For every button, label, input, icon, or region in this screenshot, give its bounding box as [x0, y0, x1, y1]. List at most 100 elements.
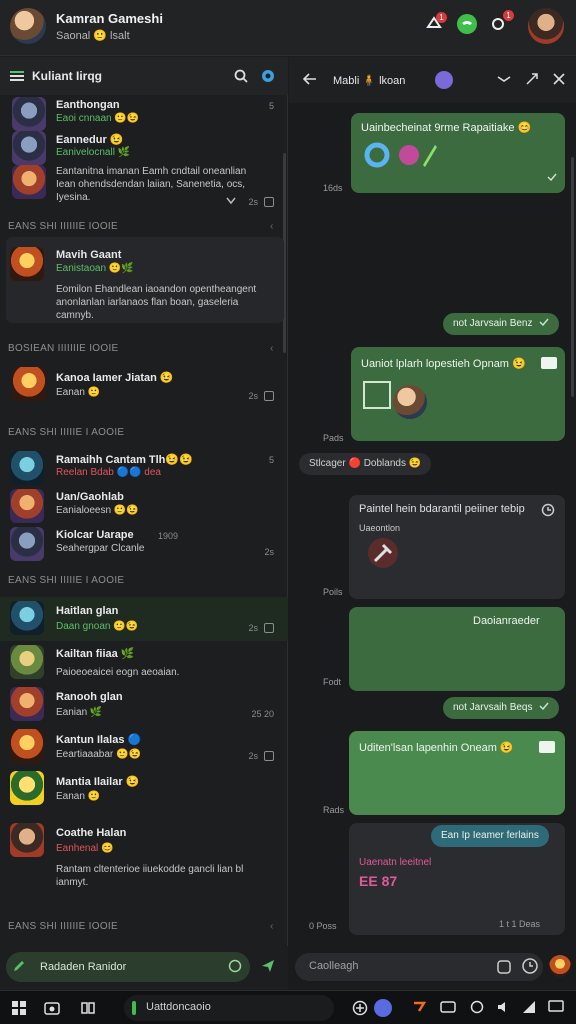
chevron-left-icon[interactable]: ‹ [270, 343, 274, 354]
chat-item[interactable]: Kailtan fiiaa 🌿 Paioeoeaicei eogn aeoaia… [0, 645, 288, 683]
avatar [10, 601, 44, 635]
section-header[interactable]: EANS SHI IIIIIE I AOOIE [8, 575, 280, 586]
chat-icon[interactable] [541, 357, 557, 369]
section-header[interactable]: EANS SHI IIIIIIE IOOIE ‹ [8, 221, 280, 232]
taskbar-search[interactable]: Uattdoncaoio [124, 995, 334, 1021]
avatar [12, 97, 46, 131]
chat-item[interactable]: Kiolcar Uarape Seahergpar Clcanle 1909 2… [0, 527, 288, 561]
select-checkbox[interactable] [264, 623, 274, 633]
chat-item[interactable]: Eantanitna imanan Eamh cndtail oneanlian… [0, 165, 288, 207]
chat-message: Eomilon Ehandlean iaoandon opentheangent… [56, 284, 257, 321]
attach-icon[interactable] [497, 960, 511, 974]
chat-time: 2s [248, 391, 258, 401]
chat-preview: Eanialoeesn 🙂😉 [56, 505, 139, 516]
more-icon[interactable] [497, 73, 511, 85]
message-bubble-outgoing[interactable]: Daoianraeder [349, 607, 565, 691]
conversation-scrollbar[interactable] [571, 157, 574, 397]
chat-item[interactable]: Eanthongan Eaoi cnnaan 🙂😉 5 [0, 97, 288, 131]
message-pill[interactable]: not Jarvsaih Beqs [443, 697, 560, 719]
chat-item[interactable]: Ranooh glan Eanian 🌿 25 20 [0, 687, 288, 725]
search-icon[interactable] [234, 69, 248, 83]
select-checkbox[interactable] [264, 391, 274, 401]
section-header[interactable]: BOSIEAN IIIIIIIE IOOIE ‹ [8, 343, 280, 354]
chat-time: 2s [264, 547, 274, 557]
close-icon[interactable] [553, 73, 565, 85]
message-pill[interactable]: not Jarvsain Benz [443, 313, 560, 335]
profile-avatar[interactable] [10, 8, 46, 44]
message-time: 16ds [323, 183, 343, 193]
section-header[interactable]: EANS SHI IIIIIE I AOOIE [8, 427, 280, 438]
notifications-icon[interactable] [548, 1000, 564, 1014]
avatar [12, 131, 46, 165]
chat-name: Kiolcar Uarape [56, 529, 134, 541]
chat-name: Coathe Halan [56, 827, 127, 839]
chat-name: Mavih Gaant [56, 249, 122, 261]
status-text: Stlcager 🔴 Doblands 😉 [309, 458, 422, 469]
message-bubble-outgoing[interactable]: Uditen'lsan lapenhin Oneam 😉 [349, 731, 565, 815]
keyboard-icon[interactable] [440, 1001, 456, 1013]
image-thumbnail[interactable] [363, 381, 391, 409]
chat-preview: Eanian 🌿 [56, 707, 103, 718]
back-arrow-icon[interactable] [303, 73, 317, 85]
network-icon[interactable] [522, 1000, 536, 1014]
chat-item[interactable]: Coathe Halan Eanhenal 😊 Rantam cltenteri… [0, 823, 288, 889]
message-bubble-outgoing[interactable]: Uainbecheinat 9rme Rapaitiake 😊 [351, 113, 565, 193]
expand-icon[interactable] [525, 72, 539, 86]
chat-preview: Eanan 🙂 [56, 387, 101, 398]
message-time: Fodt [323, 677, 342, 687]
message-bubble-incoming[interactable]: Ean Ip Ieamer ferlains Uaenatn leeitnel … [349, 823, 565, 935]
book-icon[interactable] [80, 1001, 96, 1015]
avatar [393, 385, 427, 419]
chat-name: Ranooh glan [56, 691, 123, 703]
pencil-icon[interactable] [12, 959, 26, 973]
app-orange-icon[interactable] [412, 1000, 426, 1014]
chat-card[interactable]: Mavih Gaant Eanistaoan 🙂🌿 Eomilon Ehandl… [6, 237, 284, 323]
chat-item[interactable]: Kanoa Iamer Jiatan 😉 Eanan 🙂 2s [0, 367, 288, 407]
message-bubble-outgoing[interactable]: Uaniot lplarh lopestieh Opnam 😉 [351, 347, 565, 441]
chat-message: Rantam cltenterioe iiuekodde gancli lian… [56, 864, 244, 888]
contact-badge-icon[interactable] [435, 71, 453, 89]
avatar [10, 771, 44, 805]
message-bubble-incoming[interactable]: Paintel hein bdarantil peiiner tebip Uae… [349, 495, 565, 599]
conversation-title: Mabli 🧍 lkoan [333, 75, 406, 87]
chat-item[interactable]: Uan/Gaohlab Eanialoeesn 🙂😉 [0, 489, 288, 523]
start-icon[interactable] [12, 1001, 26, 1015]
chat-item[interactable]: Mantia Ilailar 😉 Eanan 🙂 [0, 771, 288, 809]
chevron-left-icon[interactable]: ‹ [270, 921, 274, 932]
chat-item[interactable]: Kantun Ilalas 🔵 Eeartiaaabar 🙂😉 2s [0, 729, 288, 767]
camera-icon[interactable] [44, 1001, 60, 1015]
settings-icon[interactable] [260, 68, 276, 84]
section-header[interactable]: EANS SHI IIIIIIE IOOIE ‹ [8, 921, 280, 932]
chat-name: Mantia Ilailar 😉 [56, 776, 140, 788]
emoji-icon[interactable] [228, 959, 242, 973]
clock-icon[interactable] [470, 1000, 484, 1014]
chat-name: Ramaihh Cantam Tlh😉😉 [56, 454, 193, 466]
volume-icon[interactable] [496, 1000, 510, 1014]
chat-name: Kailtan fiiaa 🌿 [56, 648, 135, 660]
discord-icon[interactable] [374, 999, 392, 1017]
window-title: Kamran Gameshi [56, 11, 163, 26]
chevron-down-icon[interactable] [226, 197, 236, 205]
clock-icon[interactable] [541, 503, 555, 517]
select-checkbox[interactable] [264, 751, 274, 761]
chat-item[interactable]: Ramaihh Cantam Tlh😉😉 Reelan Bdab 🔵🔵 dea … [0, 451, 288, 485]
chat-icon[interactable] [539, 741, 555, 753]
call-icon[interactable] [457, 14, 477, 34]
message-text: Daoianraeder [473, 615, 540, 627]
avatar [10, 451, 44, 485]
select-checkbox[interactable] [264, 197, 274, 207]
message-text: Ean Ip Ieamer ferlains [441, 830, 539, 841]
section-label: BOSIEAN IIIIIIIE IOOIE [8, 343, 119, 354]
contact-avatar[interactable] [528, 8, 564, 44]
timer-icon[interactable] [521, 957, 539, 975]
chat-time: 5 [268, 101, 274, 111]
menu-icon[interactable] [10, 70, 24, 82]
chat-item[interactable]: Eannedur 😉 Eanivelocnall 🌿 [0, 131, 288, 165]
chevron-left-icon[interactable]: ‹ [270, 221, 274, 232]
user-avatar-button[interactable] [549, 955, 571, 977]
add-icon[interactable] [352, 1000, 368, 1016]
chat-item[interactable]: Haitlan glan Daan gnoan 🙂😉 2s [0, 597, 288, 641]
message-pill[interactable]: Ean Ip Ieamer ferlains [431, 825, 549, 847]
chat-preview-text: Seahergpar Clcanle [56, 543, 145, 554]
send-icon[interactable] [260, 958, 276, 974]
